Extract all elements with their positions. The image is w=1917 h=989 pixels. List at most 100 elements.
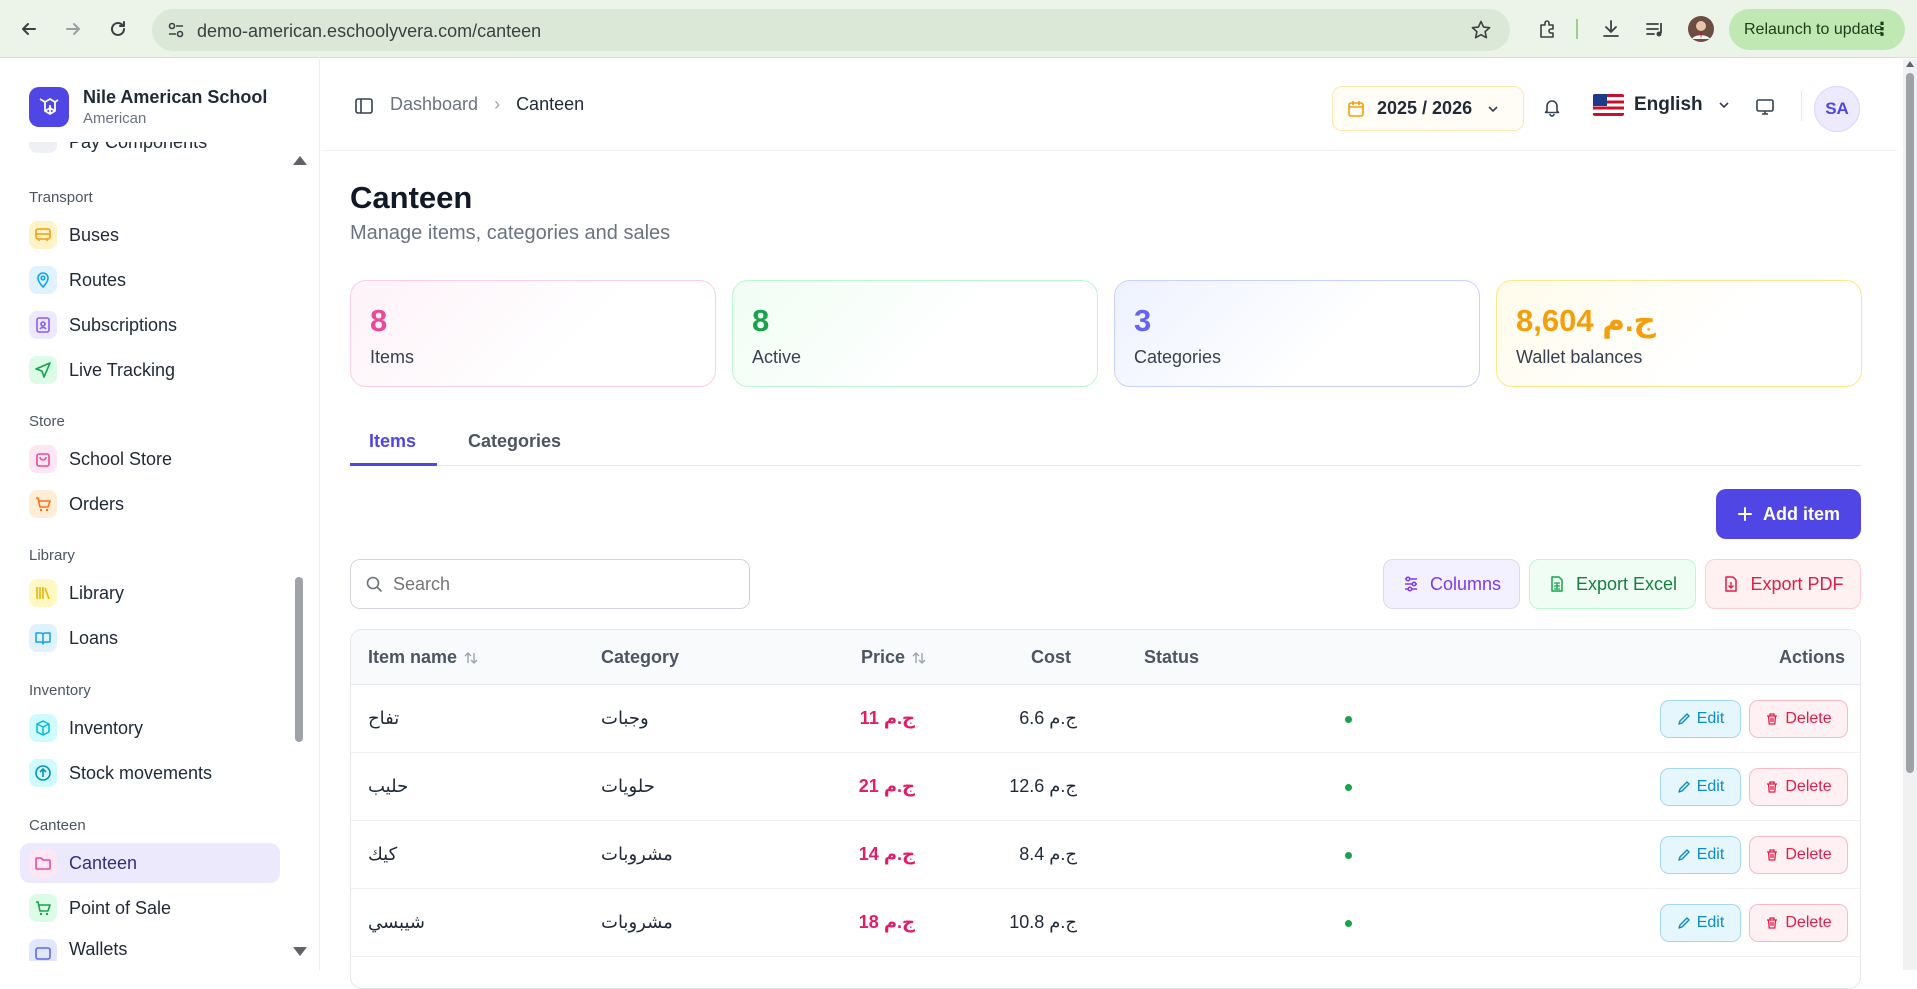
page-scrollbar-thumb[interactable]: [1906, 73, 1914, 773]
sidebar-item-subscriptions[interactable]: Subscriptions: [20, 305, 280, 345]
delete-button[interactable]: Delete: [1749, 836, 1848, 874]
table-row[interactable]: كيك مشروبات 14 ج.م 8.4 ج.م Edit Delete: [351, 821, 1860, 889]
sidebar-item-pay-components[interactable]: Pay Components: [20, 142, 280, 153]
tabs: Items Categories: [350, 421, 1861, 466]
back-icon[interactable]: [14, 14, 44, 44]
search-input[interactable]: [393, 573, 713, 595]
pos-cart-icon: [29, 894, 57, 922]
profile-icon[interactable]: [1686, 14, 1716, 44]
media-icon[interactable]: [1640, 14, 1670, 44]
sidebar-item-canteen[interactable]: Canteen: [20, 843, 280, 883]
delete-button[interactable]: Delete: [1749, 768, 1848, 806]
columns-button[interactable]: Columns: [1383, 559, 1520, 609]
sidebar-item-stock-movements[interactable]: Stock movements: [20, 753, 280, 793]
cell-item-name: كيك: [368, 844, 398, 864]
export-pdf-button[interactable]: Export PDF: [1705, 559, 1861, 609]
books-icon: [29, 579, 57, 607]
stat-value: 8,604 ج.م: [1516, 303, 1656, 338]
plus-icon: [1737, 506, 1753, 522]
sidebar-scrollbar[interactable]: [295, 577, 303, 742]
address-bar[interactable]: demo-american.eschoolyvera.com/canteen: [152, 9, 1510, 51]
table-row[interactable]: حليب حلويات 21 ج.م 12.6 ج.م Edit Delete: [351, 753, 1860, 821]
sidebar-scroll-down[interactable]: [293, 947, 307, 956]
header-cost: Cost: [1031, 647, 1071, 667]
extensions-icon[interactable]: [1533, 14, 1563, 44]
cell-category: وجبات: [601, 708, 649, 728]
scroll-up-arrow[interactable]: [1906, 61, 1914, 67]
header-status: Status: [1144, 647, 1200, 667]
stat-card-wallet: 8,604 ج.م Wallet balances: [1496, 280, 1862, 387]
breadcrumb-dashboard[interactable]: Dashboard: [390, 94, 478, 115]
stat-value: 8: [752, 303, 770, 338]
sidebar-item-inventory[interactable]: Inventory: [20, 708, 280, 748]
header-price[interactable]: Price: [861, 647, 927, 668]
cell-price: 11 ج.م: [859, 708, 915, 728]
sidebar-item-routes[interactable]: Routes: [20, 260, 280, 300]
stat-label: Categories: [1134, 347, 1222, 367]
browser-toolbar: demo-american.eschoolyvera.com/canteen R…: [0, 0, 1917, 58]
edit-button[interactable]: Edit: [1660, 904, 1741, 942]
delete-button[interactable]: Delete: [1749, 700, 1848, 738]
bell-icon[interactable]: [1542, 97, 1562, 117]
cell-price: 21 ج.م: [858, 776, 915, 796]
status-active-dot: [1345, 852, 1352, 859]
table-row[interactable]: تفاح وجبات 11 ج.م 6.6 ج.م Edit Delete: [351, 685, 1860, 753]
download-icon[interactable]: [1596, 14, 1626, 44]
sidebar-scroll-up[interactable]: [293, 156, 307, 165]
edit-icon: [1678, 849, 1690, 861]
cell-item-name: حليب: [368, 776, 409, 796]
send-icon: [29, 356, 57, 384]
sliders-icon: [1402, 575, 1420, 593]
book-open-icon: [29, 624, 57, 652]
wallet-icon: [29, 939, 57, 961]
cell-category: مشروبات: [601, 912, 673, 932]
language-selector[interactable]: English: [1593, 94, 1731, 116]
search-field[interactable]: [350, 559, 750, 609]
sidebar-item-school-store[interactable]: School Store: [20, 439, 280, 479]
url-text[interactable]: demo-american.eschoolyvera.com/canteen: [197, 21, 541, 42]
active-tab-indicator: [350, 463, 437, 466]
sidebar-item-point-of-sale[interactable]: Point of Sale: [20, 888, 280, 928]
site-info-icon[interactable]: [166, 20, 186, 40]
tab-items[interactable]: Items: [369, 431, 416, 452]
sidebar-item-buses[interactable]: Buses: [20, 215, 280, 255]
tab-categories[interactable]: Categories: [468, 431, 561, 452]
relaunch-button[interactable]: Relaunch to update ⋮: [1729, 9, 1905, 50]
sidebar-item-orders[interactable]: Orders: [20, 484, 280, 524]
trash-icon: [1767, 713, 1778, 725]
stat-card-categories: 3 Categories: [1114, 280, 1480, 387]
school-type: American: [83, 110, 147, 127]
table-row[interactable]: شيبسي مشروبات 18 ج.م 10.8 ج.م Edit Delet…: [351, 889, 1860, 957]
star-icon[interactable]: [1470, 19, 1492, 41]
edit-button[interactable]: Edit: [1660, 836, 1741, 874]
us-flag-icon: [1593, 94, 1624, 116]
trash-icon: [1767, 917, 1778, 929]
sidebar-item-wallets[interactable]: Wallets: [20, 933, 280, 961]
school-brand[interactable]: Nile American School American: [29, 87, 267, 127]
export-excel-button[interactable]: Export Excel: [1529, 559, 1696, 609]
sidebar-item-loans[interactable]: Loans: [20, 618, 280, 658]
menu-dots-icon[interactable]: ⋮: [1873, 18, 1891, 40]
delete-button[interactable]: Delete: [1749, 904, 1848, 942]
sidebar-item-live-tracking[interactable]: Live Tracking: [20, 350, 280, 390]
header-category: Category: [601, 647, 680, 667]
edit-button[interactable]: Edit: [1660, 700, 1741, 738]
academic-year-selector[interactable]: 2025 / 2026: [1332, 86, 1524, 131]
edit-button[interactable]: Edit: [1660, 768, 1741, 806]
items-table: Item name Category Price Cost Status Act…: [350, 629, 1861, 989]
sidebar-toggle-icon[interactable]: [354, 96, 374, 116]
cell-price: 18 ج.م: [858, 912, 915, 932]
avatar[interactable]: SA: [1814, 86, 1860, 132]
reload-icon[interactable]: [103, 14, 133, 44]
add-item-button[interactable]: Add item: [1716, 489, 1861, 539]
forward-icon[interactable]: [58, 14, 88, 44]
sort-icon[interactable]: [911, 650, 927, 666]
page-scrollbar[interactable]: [1903, 59, 1917, 970]
folder-icon: [29, 849, 57, 877]
stat-value: 8: [370, 303, 388, 338]
sidebar-item-library[interactable]: Library: [20, 573, 280, 613]
sort-icon[interactable]: [463, 650, 479, 666]
header-item-name[interactable]: Item name: [368, 647, 479, 668]
cell-category: حلويات: [601, 776, 655, 796]
monitor-icon[interactable]: [1755, 97, 1775, 117]
